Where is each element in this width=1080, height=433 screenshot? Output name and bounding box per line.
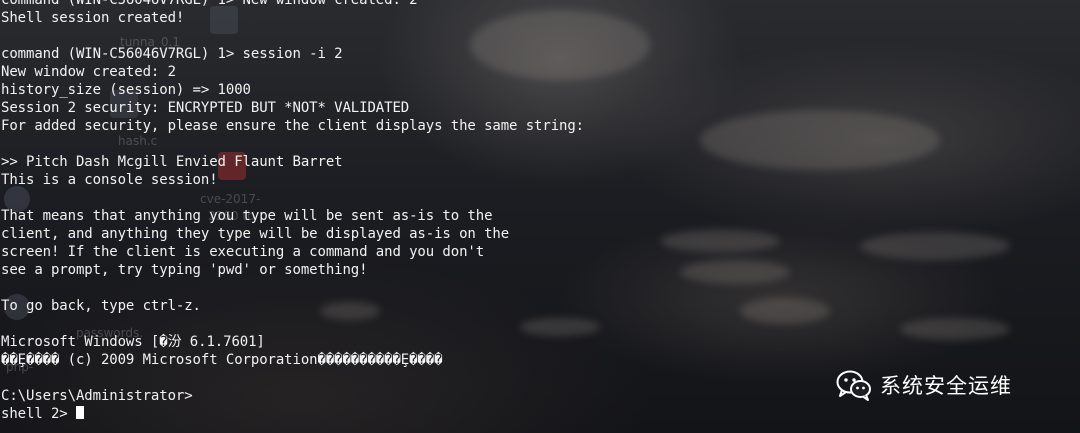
terminal-line: Shell session created! (1, 10, 185, 26)
terminal-line: screen! If the client is executing a com… (1, 244, 485, 260)
terminal-line: To go back, type ctrl-z. (1, 298, 201, 314)
terminal-line: New window created: 2 (1, 64, 176, 80)
terminal-line: Session 2 security: ENCRYPTED BUT *NOT* … (1, 100, 410, 116)
terminal-line: That means that anything you type will b… (1, 208, 493, 224)
watermark-text: 系统安全运维 (880, 374, 1012, 398)
terminal-line: see a prompt, try typing 'pwd' or someth… (1, 262, 368, 278)
wechat-icon (836, 370, 871, 401)
watermark: 系统安全运维 (836, 368, 1012, 402)
terminal-line: client, and anything they type will be d… (1, 226, 510, 242)
terminal-line: >> Pitch Dash Mcgill Envied Flaunt Barre… (1, 154, 343, 170)
terminal-line: history_size (session) => 1000 (1, 82, 251, 98)
shell-prompt-line[interactable]: shell 2> (1, 405, 1080, 423)
terminal-cursor (75, 406, 84, 419)
terminal-line: For added security, please ensure the cl… (1, 118, 585, 134)
terminal-line: ��Ȩ���� (c) 2009 Microsoft Corporation��… (1, 352, 443, 368)
terminal-line: command (WIN-C56046V7RGL) 1> session -i … (1, 46, 343, 62)
shell-prompt: shell 2> (1, 406, 76, 422)
terminal-line: Microsoft Windows [�汾 6.1.7601] (1, 334, 265, 350)
terminal-line: This is a console session! (1, 172, 218, 188)
terminal-line: command (WIN-C56046V7RGL) 1> New window … (1, 0, 418, 8)
